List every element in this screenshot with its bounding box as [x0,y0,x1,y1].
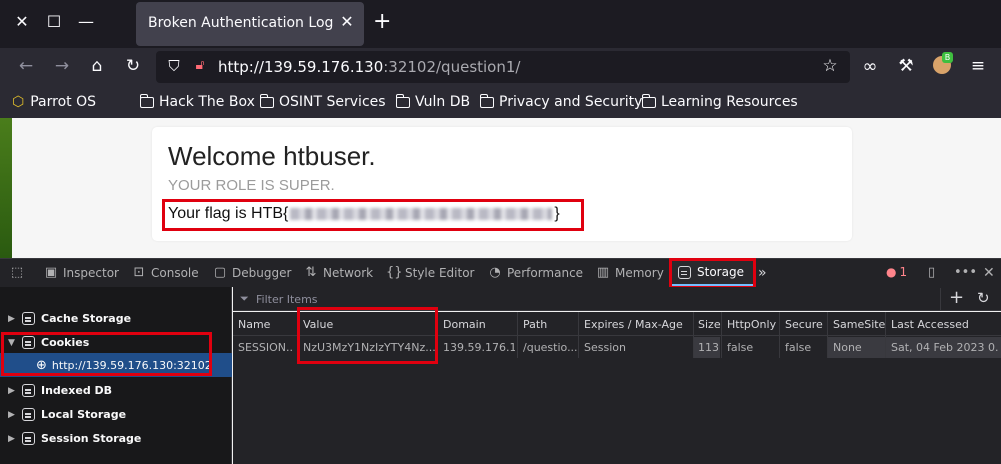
back-icon[interactable]: ← [14,56,38,76]
browser-tab-title: Broken Authentication Login [148,15,334,31]
column-header-path[interactable]: Path [523,318,547,331]
storage-icon [678,265,691,279]
tab-close-icon[interactable]: ✕ [338,12,356,31]
cell-last-accessed[interactable]: Sat, 04 Feb 2023 0... [891,341,999,354]
column-header-httponly[interactable]: HttpOnly [727,318,776,331]
storage-icon [22,312,35,325]
close-devtools-icon[interactable]: ✕ [983,265,995,281]
bookmark-osint-services[interactable]: OSINT Services [259,93,386,111]
new-tab-icon[interactable]: + [373,9,391,34]
storage-icon [22,384,35,397]
cell-size[interactable]: 113 [698,341,718,354]
column-header-domain[interactable]: Domain [443,318,486,331]
refresh-icon[interactable]: ↻ [977,289,990,307]
bookmark-vuln-db[interactable]: Vuln DB [395,93,470,111]
shield-icon[interactable]: ⛉ [162,57,186,75]
folder-icon [139,93,154,108]
column-header-secure[interactable]: Secure [785,318,823,331]
bookmark-learning-resources[interactable]: Learning Resources [641,93,798,111]
element-picker-icon[interactable]: ⬚ [10,265,29,280]
value-highlight-box [297,307,438,364]
column-divider [517,312,518,358]
background-decoration [0,118,12,258]
cell-expires[interactable]: Session [584,341,690,354]
parrot-cube-icon: ⬡ [12,94,25,110]
memory-icon: ▥ [596,265,610,280]
column-header-size[interactable]: Size [698,318,721,331]
column-header-samesite[interactable]: SameSite [833,318,885,331]
forward-icon[interactable]: → [50,56,74,76]
tree-indexed-db[interactable]: ▶ Indexed DB [8,384,112,397]
active-tab-indicator [672,284,753,286]
wrench-icon[interactable]: ⚒ [894,56,918,76]
tree-cache-storage[interactable]: ▶ Cache Storage [8,312,131,325]
column-header-expires[interactable]: Expires / Max-Age [584,318,683,331]
tree-session-storage[interactable]: ▶ Session Storage [8,432,141,445]
tab-inspector[interactable]: ▣ Inspector [44,265,119,280]
cell-domain[interactable]: 139.59.176.1... [443,341,515,354]
cookies-highlight-box [1,332,212,376]
storage-icon [22,432,35,445]
column-divider [721,312,722,358]
tab-console[interactable]: ⊡ Console [132,265,199,280]
cell-name[interactable]: SESSION... [238,341,294,354]
cell-secure[interactable]: false [785,341,825,354]
tab-debugger[interactable]: ▢ Debugger [213,265,292,280]
window-maximize-icon[interactable]: ☐ [44,12,64,31]
folder-icon [479,93,494,108]
cell-path[interactable]: /questio... [523,341,577,354]
more-tabs-chevron-icon[interactable]: » [758,265,767,281]
console-icon: ⊡ [133,265,145,280]
tab-memory[interactable]: ▥ Memory [596,265,664,280]
home-icon[interactable]: ⌂ [85,56,109,76]
window-close-icon[interactable]: ✕ [12,12,32,31]
folder-icon [641,93,656,108]
bookmark-star-icon[interactable]: ☆ [818,56,842,76]
tab-network[interactable]: ⇅ Network [304,265,374,280]
folder-icon [395,93,410,108]
style-editor-icon: {} [386,265,403,280]
bookmark-privacy-and-security[interactable]: Privacy and Security [479,93,642,111]
more-options-icon[interactable]: ••• [954,265,977,280]
tab-storage[interactable]: Storage [678,265,744,279]
column-divider [578,312,579,358]
welcome-heading: Welcome htbuser. [168,141,376,171]
bookmark-parrot-os[interactable]: ⬡ Parrot OS [12,93,96,111]
reload-icon[interactable]: ↻ [121,56,145,76]
extension-badge: B [942,52,953,63]
cell-samesite[interactable]: None [833,341,883,354]
bookmark-hack-the-box[interactable]: Hack The Box [139,93,255,111]
filter-icon: ⏷ [240,292,249,305]
storage-icon [22,408,35,421]
filter-input[interactable]: Filter Items [256,293,318,306]
divider [940,288,941,310]
error-icon: ● [886,265,897,279]
window-minimize-icon[interactable]: — [76,12,96,31]
cell-httponly[interactable]: false [727,341,775,354]
debugger-icon: ▢ [213,265,227,280]
redacted-flag [290,208,553,220]
network-icon: ⇅ [305,265,317,280]
url-text[interactable]: http://139.59.176.130:32102/question1/ [218,58,520,76]
folder-icon [259,93,274,108]
inspector-icon: ▣ [44,265,58,280]
tab-style-editor[interactable]: {} Style Editor [386,265,474,280]
column-header-last-accessed[interactable]: Last Accessed [891,318,969,331]
flag-text: Your flag is HTB{ } [168,205,560,222]
responsive-design-icon[interactable]: ▯ [928,265,935,280]
add-item-icon[interactable]: + [949,287,964,308]
private-mask-icon[interactable]: ∞ [858,56,882,77]
menu-hamburger-icon[interactable]: ≡ [966,56,990,76]
error-count-badge[interactable]: ● 1 [886,265,907,279]
insecure-lock-icon[interactable]: 🔓︎ [188,57,212,73]
column-divider [779,312,780,358]
tree-local-storage[interactable]: ▶ Local Storage [8,408,126,421]
tab-performance[interactable]: ◔ Performance [488,265,583,280]
performance-icon: ◔ [489,265,501,280]
role-text: YOUR ROLE IS SUPER. [168,177,335,194]
column-header-name[interactable]: Name [238,318,270,331]
